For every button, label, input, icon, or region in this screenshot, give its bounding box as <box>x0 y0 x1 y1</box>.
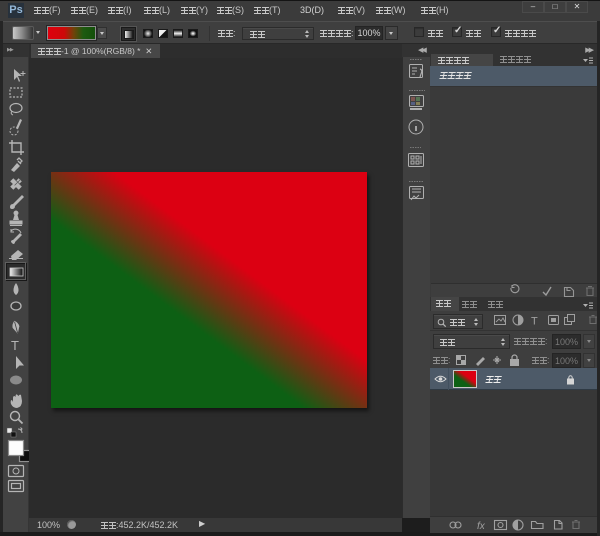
svg-text:fx: fx <box>477 521 486 532</box>
svg-text:T: T <box>11 338 19 353</box>
svg-text:T: T <box>531 316 538 328</box>
